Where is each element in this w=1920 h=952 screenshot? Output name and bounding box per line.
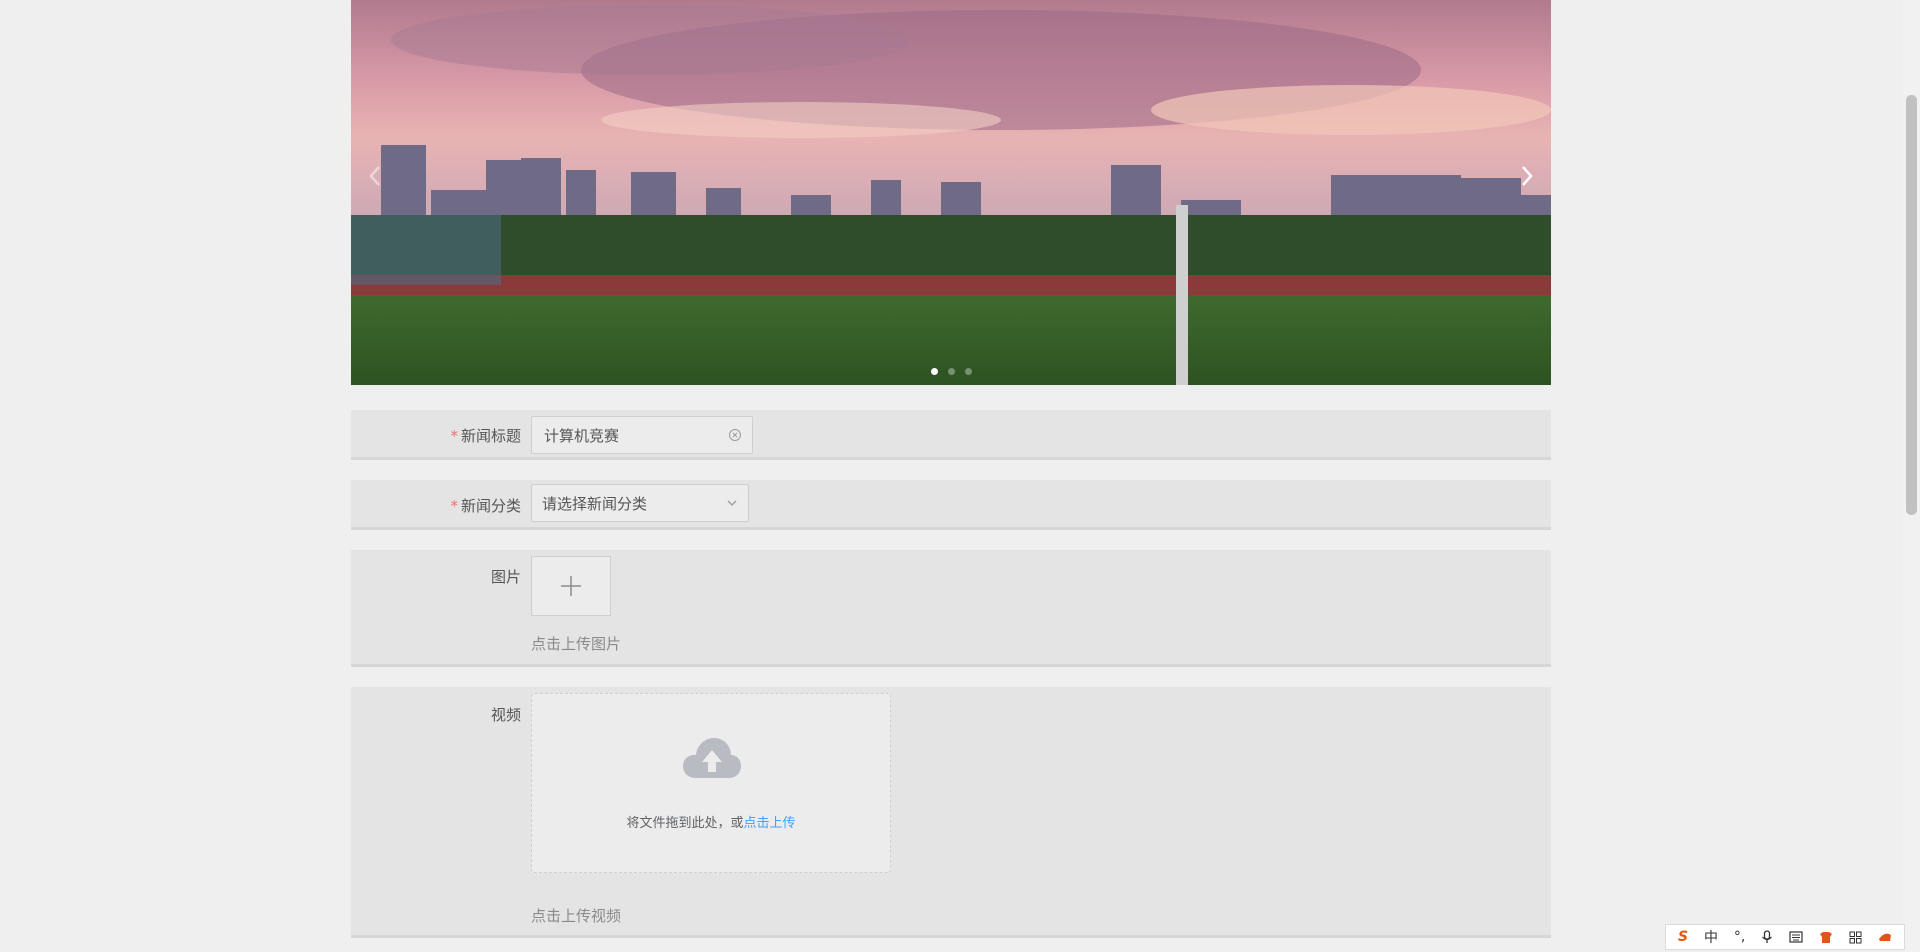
carousel-dot-2[interactable]: [947, 368, 955, 375]
video-upload-hint: 点击上传视频: [531, 907, 622, 925]
chevron-right-icon: [1522, 166, 1533, 186]
plus-icon: [561, 576, 581, 596]
keyboard-icon[interactable]: [1789, 931, 1803, 943]
category-placeholder: 请选择新闻分类: [542, 494, 648, 513]
ime-lang-toggle[interactable]: 中: [1704, 927, 1718, 947]
title-label: * 新闻标题: [351, 425, 521, 446]
microphone-icon[interactable]: [1761, 930, 1773, 944]
video-drag-text: 将文件拖到此处，或点击上传: [532, 812, 890, 831]
carousel-dot-3[interactable]: [964, 368, 972, 375]
form-row-image: 图片 点击上传图片: [351, 550, 1551, 667]
category-label-text: 新闻分类: [460, 497, 521, 515]
scrollbar-thumb[interactable]: [1906, 95, 1917, 515]
carousel-indicators: [351, 368, 1551, 375]
chevron-left-icon: [369, 166, 380, 186]
skin-icon[interactable]: [1819, 931, 1833, 944]
required-mark: *: [450, 427, 458, 445]
form-row-category: * 新闻分类 请选择新闻分类: [351, 480, 1551, 530]
required-mark: *: [450, 497, 458, 515]
banner-image: [351, 0, 1551, 385]
carousel-prev-button[interactable]: [357, 158, 393, 194]
carousel-next-button[interactable]: [1509, 158, 1545, 194]
ime-toolbar: S 中 °,: [1665, 924, 1905, 950]
cloud-upload-icon: [683, 738, 741, 778]
drag-text: 将文件拖到此处，或: [626, 816, 744, 831]
grid-menu-icon[interactable]: [1849, 931, 1862, 944]
video-upload-dragger[interactable]: 将文件拖到此处，或点击上传: [531, 693, 891, 873]
ime-extra-icon[interactable]: [1878, 931, 1892, 943]
ime-punct-toggle[interactable]: °,: [1734, 929, 1745, 945]
page: * 新闻标题 计算机竞赛 * 新闻分类 请选择新闻分类 图片 点击上传图片 视频…: [0, 0, 1920, 952]
click-upload-link[interactable]: 点击上传: [744, 816, 796, 831]
image-upload-button[interactable]: [531, 556, 611, 616]
form-row-video: 视频 将文件拖到此处，或点击上传 点击上传视频: [351, 687, 1551, 938]
category-select[interactable]: 请选择新闻分类: [531, 484, 749, 522]
image-upload-hint: 点击上传图片: [531, 635, 622, 653]
vertical-scrollbar[interactable]: [1903, 0, 1920, 952]
title-label-text: 新闻标题: [460, 427, 521, 445]
title-input[interactable]: 计算机竞赛: [531, 416, 753, 454]
banner-carousel: [351, 0, 1551, 385]
video-label: 视频: [490, 706, 521, 724]
category-label: * 新闻分类: [351, 495, 521, 516]
chevron-down-icon: [727, 500, 737, 506]
title-input-value: 计算机竞赛: [544, 426, 620, 445]
sogou-logo-icon[interactable]: S: [1678, 929, 1688, 945]
clear-icon[interactable]: [728, 428, 742, 442]
form-row-title: * 新闻标题 计算机竞赛: [351, 410, 1551, 460]
image-label: 图片: [490, 568, 521, 586]
carousel-dot-1[interactable]: [930, 368, 938, 375]
